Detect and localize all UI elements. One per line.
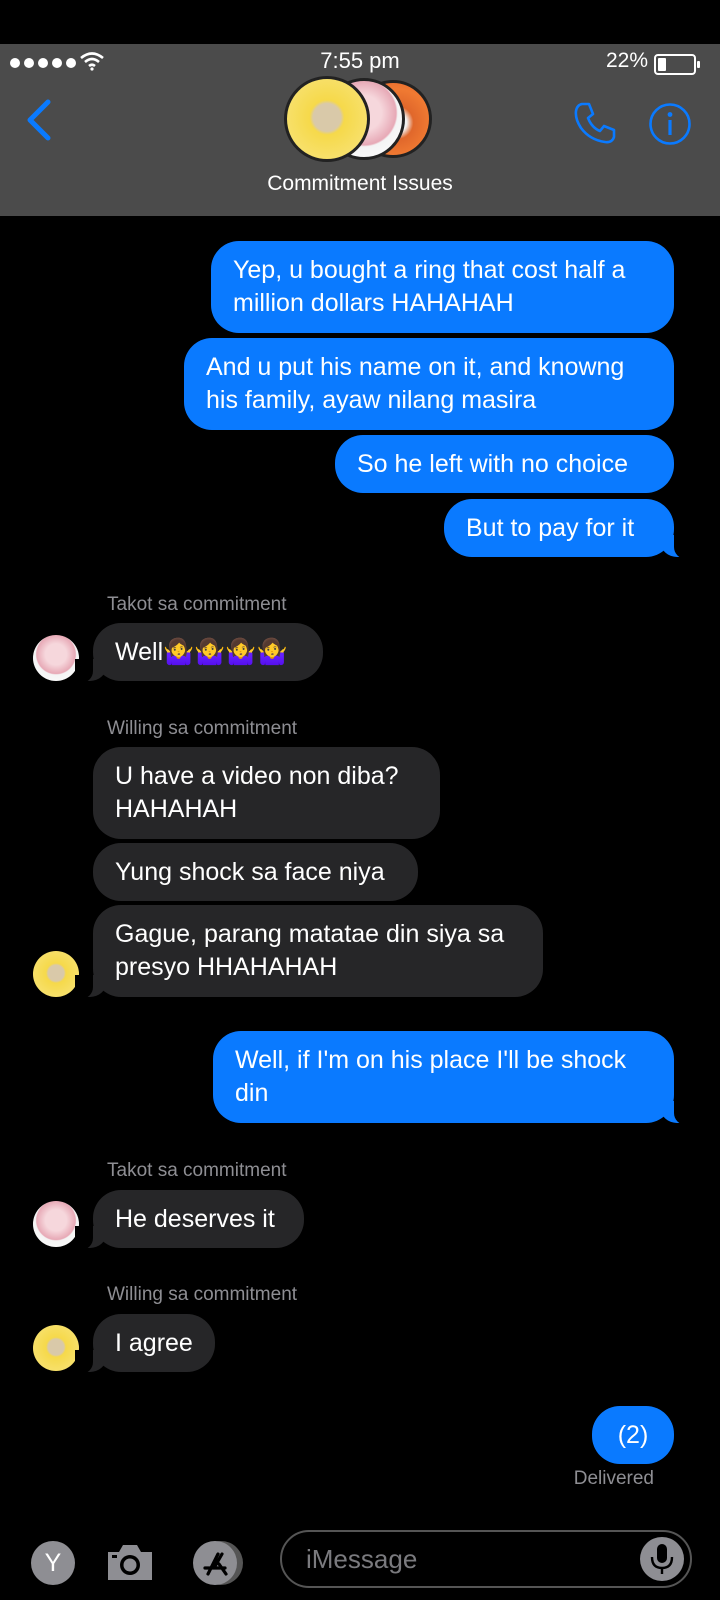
battery-percent: 22% xyxy=(605,49,648,72)
battery-icon xyxy=(654,54,700,75)
message-bubble-outgoing[interactable]: (2) xyxy=(592,1406,674,1464)
sender-name: Willing sa commitment xyxy=(107,1284,298,1305)
group-name[interactable]: Commitment Issues xyxy=(0,172,720,196)
message-input[interactable] xyxy=(280,1530,692,1588)
sender-avatar[interactable] xyxy=(33,951,79,997)
message-bubble-outgoing[interactable]: So he left with no choice xyxy=(335,435,674,493)
message-bubble-outgoing[interactable]: Yep, u bought a ring that cost half a mi… xyxy=(211,241,674,333)
camera-icon[interactable] xyxy=(104,1540,156,1584)
status-bar: 7:55 pm 22% xyxy=(0,44,720,80)
message-bubble-incoming[interactable]: He deserves it xyxy=(75,1190,304,1250)
sender-avatar[interactable] xyxy=(33,1201,79,1247)
message-bubble-outgoing[interactable]: And u put his name on it, and knowng his… xyxy=(184,338,674,430)
delivery-status: Delivered xyxy=(573,1468,654,1489)
message-bubble-outgoing[interactable]: Well, if I'm on his place I'll be shock … xyxy=(213,1031,692,1125)
sender-name: Takot sa commitment xyxy=(107,594,287,615)
group-avatar-1 xyxy=(284,76,370,162)
microphone-icon[interactable] xyxy=(640,1537,684,1581)
sender-avatar[interactable] xyxy=(33,1325,79,1371)
message-bubble-incoming[interactable]: I agree xyxy=(75,1314,215,1374)
sender-avatar[interactable] xyxy=(33,635,79,681)
message-bubble-incoming[interactable]: Gague, parang matatae din siya sa presyo… xyxy=(75,905,543,999)
message-bubble-incoming[interactable]: Well🤷‍♀️🤷‍♀️🤷‍♀️🤷‍♀️ xyxy=(75,623,323,683)
appstore-icon[interactable] xyxy=(191,1540,251,1586)
message-bubble-incoming[interactable]: Yung shock sa face niya xyxy=(93,843,418,901)
apps-button[interactable]: Y xyxy=(31,1541,75,1585)
sender-name: Willing sa commitment xyxy=(107,718,298,739)
back-chevron-icon[interactable] xyxy=(24,98,54,142)
info-icon[interactable] xyxy=(648,102,692,146)
sender-name: Takot sa commitment xyxy=(107,1160,287,1181)
phone-icon[interactable] xyxy=(572,100,618,146)
message-bubble-outgoing[interactable]: But to pay for it xyxy=(444,499,692,559)
message-bubble-incoming[interactable]: U have a video non diba? HAHAHAH xyxy=(93,747,440,839)
